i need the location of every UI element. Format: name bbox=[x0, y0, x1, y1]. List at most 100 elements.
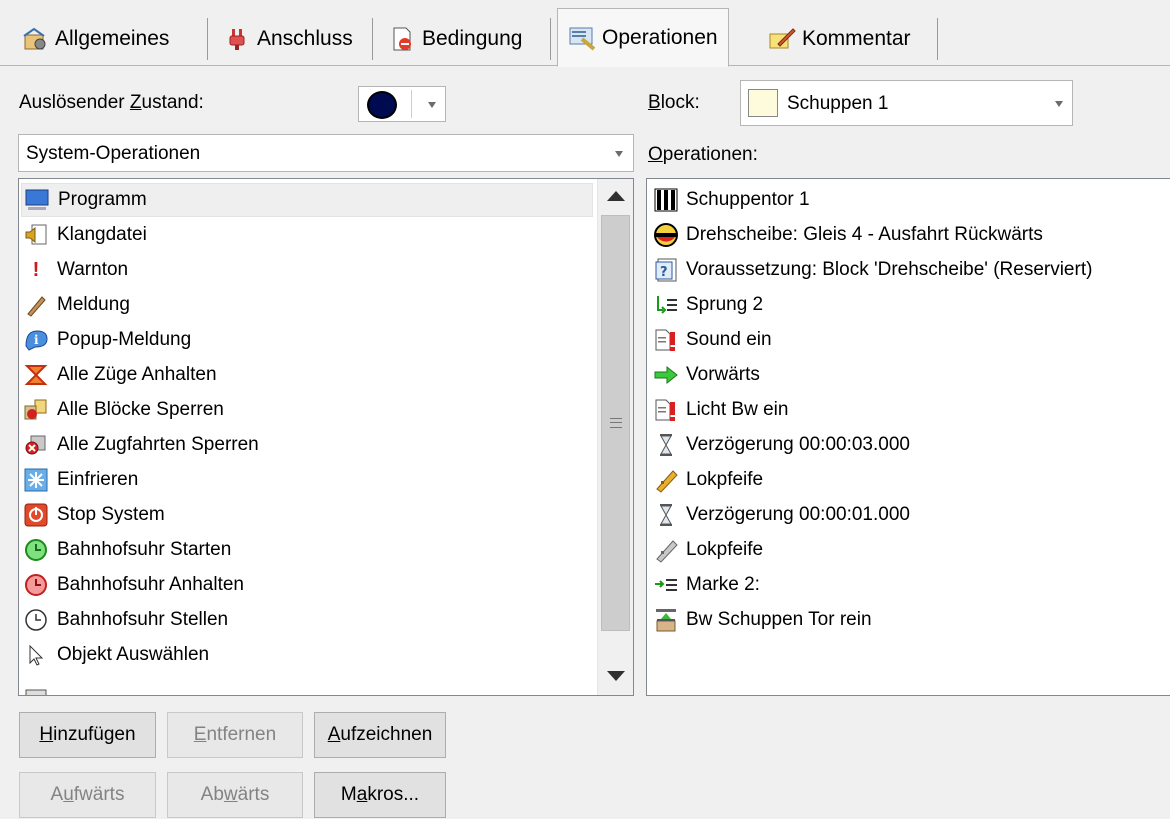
block-label: Block: bbox=[648, 92, 700, 113]
list-item-label: Alle Züge Anhalten bbox=[57, 364, 217, 385]
list-item[interactable]: Sprung 2 bbox=[651, 288, 763, 322]
list-item[interactable]: Drehscheibe: Gleis 4 - Ausfahrt Rückwärt… bbox=[651, 218, 1043, 252]
list-item-label: Alle Blöcke Sperren bbox=[57, 399, 224, 420]
list-item[interactable]: Verzögerung 00:00:01.000 bbox=[651, 498, 910, 532]
scroll-up-arrow-icon[interactable] bbox=[607, 191, 625, 201]
sound-file-icon bbox=[21, 221, 51, 249]
tab-allgemeines[interactable]: Allgemeines bbox=[10, 12, 180, 66]
jump-icon bbox=[651, 291, 681, 319]
list-item[interactable]: Bahnhofsuhr Stellen bbox=[21, 603, 228, 637]
available-operations-list[interactable]: Programm Klangdatei ! Warnton Meldung i … bbox=[18, 178, 634, 696]
list-item[interactable]: ? Voraussetzung: Block 'Drehscheibe' (Re… bbox=[651, 253, 1092, 287]
list-item-label: Bahnhofsuhr Starten bbox=[57, 539, 232, 560]
scroll-down-arrow-icon[interactable] bbox=[607, 671, 625, 681]
exclamation-icon: ! bbox=[32, 258, 40, 281]
dropdown-separator bbox=[411, 90, 412, 118]
vertical-scrollbar[interactable] bbox=[597, 179, 633, 695]
hourglass-icon bbox=[651, 431, 681, 459]
list-item[interactable]: Schuppentor 1 bbox=[651, 183, 810, 217]
route-icon bbox=[651, 606, 681, 634]
list-item[interactable]: Alle Blöcke Sperren bbox=[21, 393, 224, 427]
list-item-label: Bw Schuppen Tor rein bbox=[686, 609, 872, 630]
add-button[interactable]: Hinzufügen bbox=[19, 712, 156, 758]
lock-blocks-icon bbox=[21, 396, 51, 424]
tab-label: Bedingung bbox=[422, 27, 523, 50]
lock-routes-icon bbox=[21, 431, 51, 459]
list-item-label: Verzögerung 00:00:01.000 bbox=[686, 504, 910, 525]
comment-icon bbox=[768, 25, 796, 53]
power-icon bbox=[21, 501, 51, 529]
list-item-label: Verzögerung 00:00:03.000 bbox=[686, 434, 910, 455]
turntable-icon bbox=[651, 221, 681, 249]
move-down-button[interactable]: Ab w ärts bbox=[167, 772, 303, 818]
list-item-label: Schuppentor 1 bbox=[686, 189, 810, 210]
tab-anschluss[interactable]: Anschluss bbox=[212, 12, 364, 66]
gate-icon bbox=[651, 186, 681, 214]
list-item-label: Bahnhofsuhr Anhalten bbox=[57, 574, 244, 595]
color-swatch bbox=[367, 91, 397, 119]
list-item[interactable]: Lokpfeife bbox=[651, 463, 763, 497]
list-item-label: Stop System bbox=[57, 504, 165, 525]
move-up-button[interactable]: Au fwärts bbox=[19, 772, 156, 818]
function-icon bbox=[651, 326, 681, 354]
operations-list[interactable]: Schuppentor 1 Drehscheibe: Gleis 4 - Aus… bbox=[646, 178, 1170, 696]
scrollbar-thumb[interactable] bbox=[601, 215, 630, 631]
list-item-label: Voraussetzung: Block 'Drehscheibe' (Rese… bbox=[686, 259, 1093, 280]
list-item[interactable]: Meldung bbox=[21, 288, 130, 322]
list-item[interactable]: Programm bbox=[21, 183, 593, 217]
operations-list-label: Operationen: bbox=[648, 144, 758, 165]
list-item[interactable]: Marke 2: bbox=[651, 568, 760, 602]
list-item[interactable]: Klangdatei bbox=[21, 218, 147, 252]
pencil-icon bbox=[21, 291, 51, 319]
list-item[interactable]: ! Warnton bbox=[21, 253, 128, 287]
list-item[interactable]: Stop System bbox=[21, 498, 165, 532]
list-item[interactable]: Objekt Auswählen bbox=[21, 638, 209, 672]
list-item-label: Licht Bw ein bbox=[686, 399, 789, 420]
settings-icon bbox=[21, 25, 49, 53]
list-item[interactable]: Bahnhofsuhr Starten bbox=[21, 533, 231, 567]
label-icon bbox=[651, 571, 681, 599]
list-item[interactable]: Verzögerung 00:00:03.000 bbox=[651, 428, 910, 462]
list-item[interactable]: Einfrieren bbox=[21, 463, 138, 497]
list-item[interactable]: Bw Schuppen Tor rein bbox=[651, 603, 872, 637]
grip-icon bbox=[610, 418, 622, 428]
list-item[interactable]: Vorwärts bbox=[651, 358, 760, 392]
plug-icon bbox=[223, 25, 251, 53]
tab-label: Kommentar bbox=[802, 27, 911, 50]
block-value: Schuppen 1 bbox=[787, 93, 889, 114]
list-item-label: Meldung bbox=[57, 294, 130, 315]
tab-label: Operationen bbox=[602, 25, 718, 49]
list-item[interactable]: Licht Bw ein bbox=[651, 393, 788, 427]
chevron-down-icon bbox=[615, 151, 623, 157]
clock-red-icon bbox=[21, 571, 51, 599]
tab-label: Allgemeines bbox=[55, 27, 170, 50]
snowflake-icon bbox=[21, 466, 51, 494]
list-item[interactable]: i Popup-Meldung bbox=[21, 323, 191, 357]
list-item[interactable]: Alle Zugfahrten Sperren bbox=[21, 428, 259, 462]
remove-button[interactable]: Entfernen bbox=[167, 712, 303, 758]
trigger-color-dropdown[interactable] bbox=[358, 86, 446, 122]
list-item-label: Marke 2: bbox=[686, 574, 760, 595]
operation-category-dropdown[interactable]: System-Operationen bbox=[18, 134, 634, 172]
record-button[interactable]: Aufzeichnen bbox=[314, 712, 446, 758]
forward-arrow-icon bbox=[651, 361, 681, 389]
function-icon bbox=[651, 396, 681, 424]
stop-trains-icon bbox=[21, 361, 51, 389]
tab-kommentar[interactable]: Kommentar bbox=[757, 12, 922, 66]
tab-separator bbox=[372, 18, 373, 60]
list-item[interactable]: Lokpfeife bbox=[651, 533, 763, 567]
list-item[interactable]: Alle Züge Anhalten bbox=[21, 358, 217, 392]
keyboard-icon bbox=[21, 676, 51, 695]
category-value: System-Operationen bbox=[26, 143, 201, 164]
list-item[interactable]: Sound ein bbox=[651, 323, 772, 357]
cursor-icon bbox=[21, 641, 51, 669]
operations-icon bbox=[568, 24, 596, 52]
block-dropdown[interactable]: Schuppen 1 bbox=[740, 80, 1073, 126]
list-item-label: Drehscheibe: Gleis 4 - Ausfahrt Rückwärt… bbox=[686, 224, 1043, 245]
list-item[interactable]: Bahnhofsuhr Anhalten bbox=[21, 568, 244, 602]
list-item-label: Lokpfeife bbox=[686, 539, 764, 560]
tab-bedingung[interactable]: Bedingung bbox=[377, 12, 533, 66]
list-item-label: Klangdatei bbox=[57, 224, 147, 245]
tab-operationen[interactable]: Operationen bbox=[557, 8, 729, 67]
macros-button[interactable]: Ma kros... bbox=[314, 772, 446, 818]
